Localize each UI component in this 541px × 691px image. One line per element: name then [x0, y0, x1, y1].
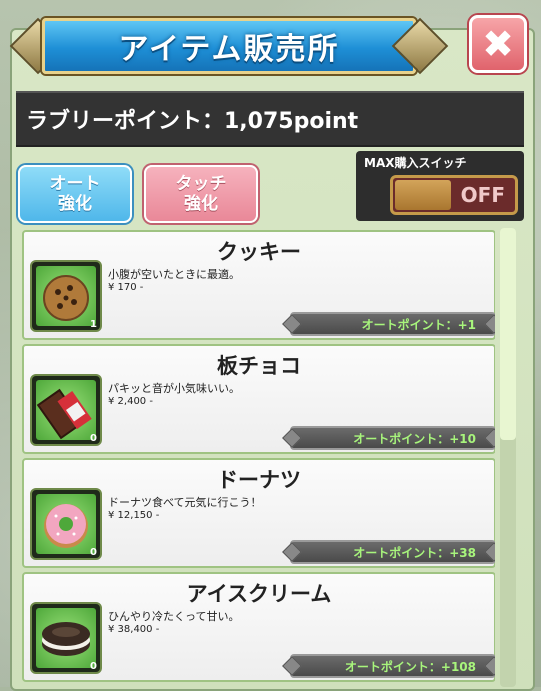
auto-points-badge: オートポイント：+10 — [282, 426, 495, 450]
item-owned-count: 0 — [90, 433, 97, 444]
close-button[interactable]: ✖ — [469, 15, 527, 73]
auto-points-text: オートポイント：+1 — [361, 317, 476, 332]
title-bar: アイテム販売所 — [42, 18, 416, 74]
auto-points-text: オートポイント：+108 — [344, 659, 476, 674]
chocolate-bar-icon — [36, 388, 92, 440]
auto-points-badge: オートポイント：+38 — [282, 540, 495, 564]
title-banner: アイテム販売所 — [9, 12, 449, 75]
item-icon-frame: 0 — [30, 488, 102, 560]
auto-points-badge: オートポイント：+1 — [282, 312, 495, 336]
auto-points-badge: オートポイント：+108 — [282, 654, 495, 678]
shop-item-row[interactable]: 板チョコ 0 パキッと音が小気味いい。 ¥ 2,400 - オートポイント：+1… — [22, 344, 495, 454]
item-description: ひんやり冷たくって甘い。 — [108, 610, 240, 623]
donut-icon — [44, 504, 88, 548]
item-owned-count: 1 — [90, 319, 97, 330]
touch-upgrade-button[interactable]: タッチ 強化 — [144, 165, 258, 223]
item-list: クッキー 1 小腹が空いたときに最適。 ¥ 170 - オートポイント：+1 板… — [18, 226, 495, 687]
auto-upgrade-label-2: 強化 — [58, 194, 92, 214]
item-price: ¥ 38,400 - — [108, 624, 160, 635]
page-title: アイテム販売所 — [118, 32, 340, 67]
item-icon-frame: 0 — [30, 374, 102, 446]
max-purchase-switch-panel: MAX購入スイッチ OFF — [356, 151, 524, 221]
item-owned-count: 0 — [90, 661, 97, 672]
lovely-points-display: ラブリーポイント：1,075point — [26, 109, 359, 134]
points-bar: ラブリーポイント：1,075point — [16, 91, 524, 147]
item-icon-frame: 1 — [30, 260, 102, 332]
item-description: ドーナツ食べて元気に行こう！ — [108, 496, 262, 509]
item-price: ¥ 170 - — [108, 282, 144, 293]
max-purchase-switch-label: MAX購入スイッチ — [364, 156, 467, 170]
touch-upgrade-label-1: タッチ — [175, 174, 227, 194]
toggle-state: OFF — [460, 183, 505, 207]
shop-item-row[interactable]: ドーナツ 0 ドーナツ食べて元気に行こう！ ¥ 12,150 - オートポイント… — [22, 458, 495, 568]
toggle-knob — [395, 180, 451, 210]
item-icon-frame: 0 — [30, 602, 102, 674]
touch-upgrade-label-2: 強化 — [184, 194, 218, 214]
shop-item-row[interactable]: アイスクリーム 0 ひんやり冷たくって甘い。 ¥ 38,400 - オートポイン… — [22, 572, 495, 682]
item-description: パキッと音が小気味いい。 — [108, 382, 240, 395]
auto-upgrade-label-1: オート — [49, 174, 101, 194]
close-icon: ✖ — [482, 22, 514, 66]
item-price: ¥ 12,150 - — [108, 510, 160, 521]
item-price: ¥ 2,400 - — [108, 396, 153, 407]
auto-upgrade-button[interactable]: オート 強化 — [18, 165, 132, 223]
auto-points-text: オートポイント：+38 — [353, 545, 476, 560]
cookie-icon — [43, 275, 89, 321]
item-description: 小腹が空いたときに最適。 — [108, 268, 240, 281]
auto-points-text: オートポイント：+10 — [353, 431, 476, 446]
ice-cream-sandwich-icon — [42, 622, 90, 656]
item-owned-count: 0 — [90, 547, 97, 558]
max-purchase-toggle[interactable]: OFF — [390, 175, 518, 215]
shop-item-row[interactable]: クッキー 1 小腹が空いたときに最適。 ¥ 170 - オートポイント：+1 — [22, 230, 495, 340]
scrollbar-thumb[interactable] — [500, 228, 516, 440]
